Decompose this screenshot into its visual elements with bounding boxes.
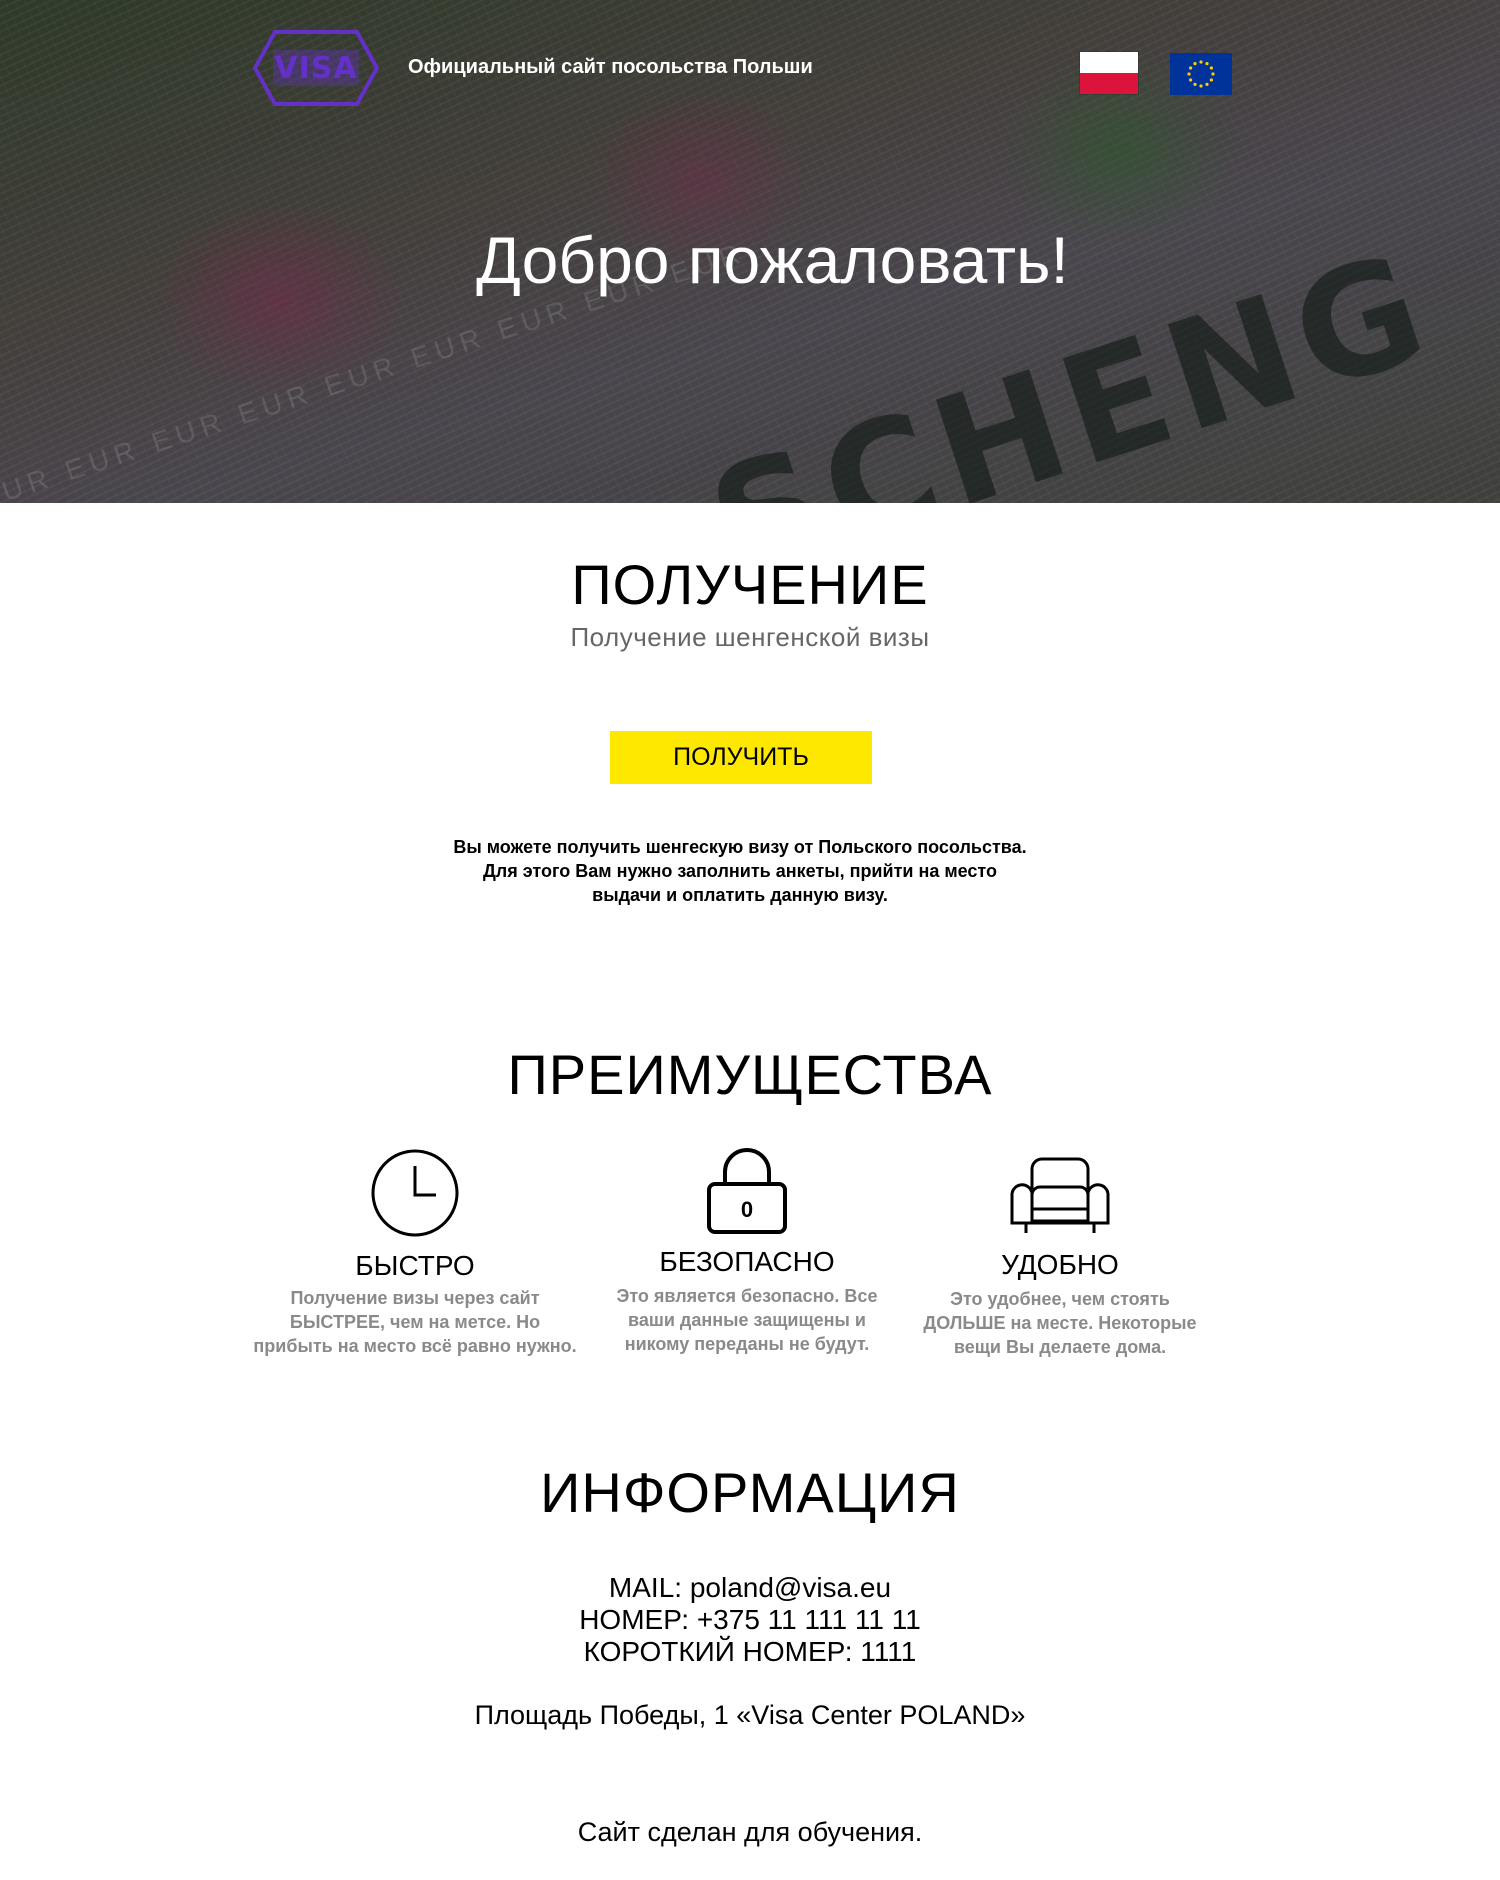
advantage-text: Это является безопасно. Все ваши данные … (577, 1284, 917, 1356)
advantage-title: УДОБНО (1001, 1249, 1119, 1280)
eu-star (1193, 62, 1197, 66)
advantage-line: вещи Вы делаете дома. (953, 1337, 1167, 1357)
footer-note: Сайт сделан для обучения. (577, 1817, 923, 1847)
eu-star (1199, 60, 1203, 64)
advantage-line: Это является безопасно. Все (616, 1286, 878, 1306)
advantage-title: БЕЗОПАСНО (659, 1246, 835, 1277)
eu-star (1205, 82, 1209, 86)
eu-star (1209, 78, 1213, 82)
description-line: Вы можете получить шенгескую визу от Пол… (453, 837, 1027, 857)
advantage-text: Получение визы через сайт БЫСТРЕЕ, чем н… (245, 1286, 585, 1358)
advantage-line: БЫСТРЕЕ, чем на метсе. Но (289, 1312, 541, 1332)
lock-icon-text: 0 (741, 1197, 753, 1222)
advantage-text: Это удобнее, чем стоять ДОЛЬШЕ на месте.… (890, 1287, 1230, 1359)
advantage-convenient: УДОБНО Это удобнее, чем стоять ДОЛЬШЕ на… (890, 1155, 1230, 1359)
advantages-title: ПРЕИМУЩЕСТВА (507, 1043, 993, 1106)
logo-text: VISA (274, 50, 358, 86)
obtain-subtitle: Получение шенгенской визы (570, 622, 930, 652)
lock-icon: 0 (707, 1148, 787, 1234)
eu-stars-icon (1187, 60, 1215, 88)
eu-star (1187, 72, 1191, 76)
contact-mail: MAIL: poland@visa.eu (608, 1572, 892, 1603)
advantage-title: БЫСТРО (355, 1250, 475, 1281)
advantage-line: ДОЛЬШЕ на месте. Некоторые (923, 1313, 1197, 1333)
poland-flag-icon[interactable] (1080, 52, 1138, 94)
address: Площадь Победы, 1 «Visa Center POLAND» (474, 1700, 1026, 1730)
hero-banner: EUR EUR EUR EUR EUR EUR EUR EUR EUR SCHE… (0, 0, 1500, 503)
get-visa-button[interactable]: ПОЛУЧИТЬ (610, 731, 872, 784)
eu-star (1193, 82, 1197, 86)
eu-star (1189, 66, 1193, 70)
obtain-title: ПОЛУЧЕНИЕ (571, 553, 929, 616)
eu-flag-icon[interactable] (1170, 53, 1232, 95)
eu-star (1199, 84, 1203, 88)
advantage-line: Получение визы через сайт (290, 1288, 540, 1308)
advantage-line: прибыть на место всё равно нужно. (253, 1336, 577, 1356)
welcome-heading: Добро пожаловать! (476, 223, 1069, 297)
obtain-description: Вы можете получить шенгескую визу от Пол… (400, 835, 1080, 907)
advantage-line: никому переданы не будут. (624, 1334, 870, 1354)
info-title: ИНФОРМАЦИЯ (540, 1461, 960, 1524)
advantage-fast: БЫСТРО Получение визы через сайт БЫСТРЕЕ… (245, 1148, 585, 1358)
eu-star (1211, 72, 1215, 76)
description-line: выдачи и оплатить данную визу. (592, 885, 888, 905)
description-line: Для этого Вам нужно заполнить анкеты, пр… (482, 861, 998, 881)
eu-star (1209, 66, 1213, 70)
contact-block: MAIL: poland@visa.eu НОМЕР: +375 11 111 … (0, 1572, 1500, 1668)
advantage-secure: 0 БЕЗОПАСНО Это является безопасно. Все … (577, 1146, 917, 1356)
site-title: Официальный сайт посольства Польши (408, 56, 813, 78)
eu-star (1205, 62, 1209, 66)
contact-phone: НОМЕР: +375 11 111 11 11 (579, 1604, 921, 1635)
eu-star (1189, 78, 1193, 82)
advantage-line: ваши данные защищены и (628, 1310, 866, 1330)
contact-short-number: КОРОТКИЙ НОМЕР: 1111 (583, 1636, 917, 1667)
armchair-icon (1010, 1157, 1110, 1233)
clock-icon (371, 1149, 459, 1237)
advantage-line: Это удобнее, чем стоять (950, 1289, 1170, 1309)
visa-logo[interactable]: VISA (253, 28, 379, 108)
